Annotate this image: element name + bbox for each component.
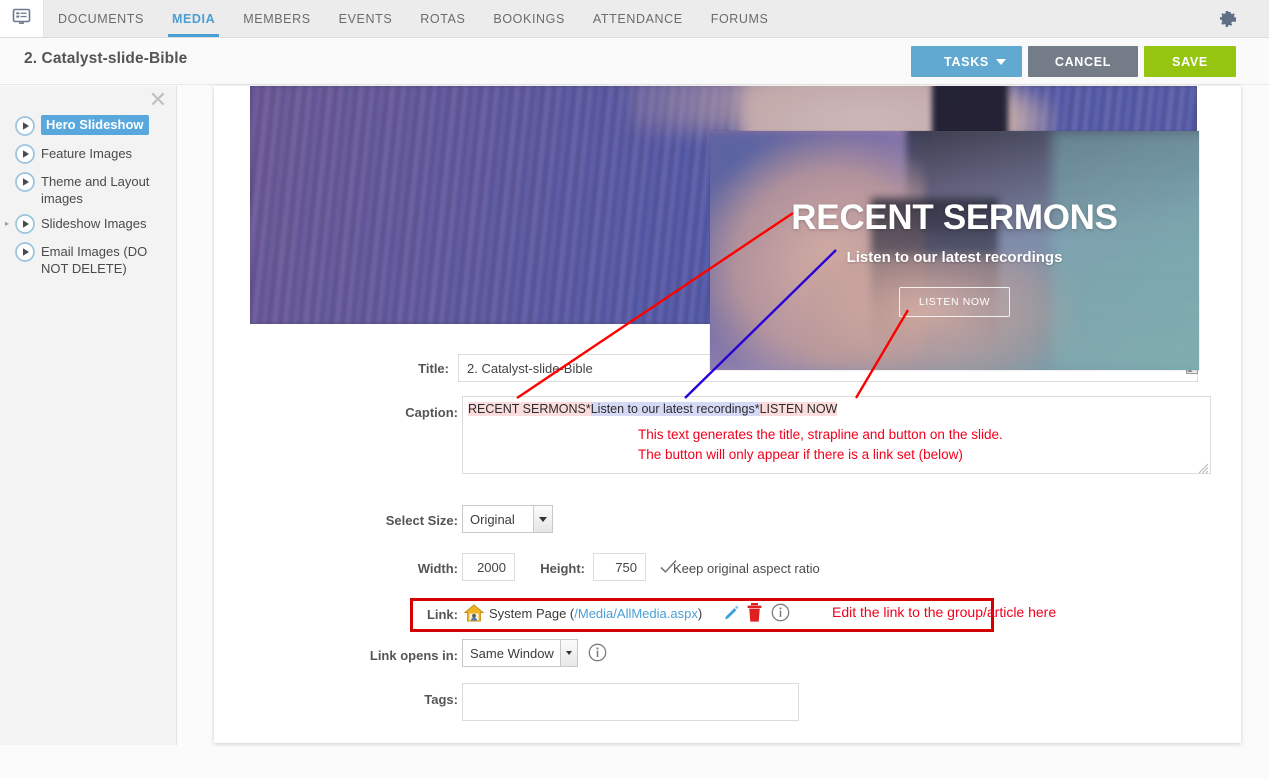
slide-preview-overlay: RECENT SERMONS Listen to our latest reco… xyxy=(710,131,1199,370)
chevron-down-icon[interactable] xyxy=(533,506,552,532)
slide-text-block: RECENT SERMONS Listen to our latest reco… xyxy=(710,131,1199,370)
caption-segment-title: RECENT SERMONS* xyxy=(468,402,591,416)
link-type-text: System Page ( xyxy=(489,606,575,621)
play-circle-icon xyxy=(14,171,36,193)
nav-tab-label: FORUMS xyxy=(710,11,769,26)
width-label: Width: xyxy=(417,561,458,576)
nav-tab-rotas[interactable]: ROTAS xyxy=(406,0,479,37)
info-icon[interactable] xyxy=(771,603,790,622)
close-icon[interactable]: ✕ xyxy=(146,89,170,113)
sidebar-item-theme-and-layout-images[interactable]: Theme and Layout images xyxy=(0,168,177,210)
width-input[interactable] xyxy=(462,553,515,581)
nav-tab-label: MEMBERS xyxy=(243,11,311,26)
nav-tab-bookings[interactable]: BOOKINGS xyxy=(479,0,578,37)
cancel-button[interactable]: CANCEL xyxy=(1028,46,1138,77)
nav-tab-members[interactable]: MEMBERS xyxy=(229,0,324,37)
gear-icon[interactable] xyxy=(1217,8,1239,30)
caption-annotation-note: This text generates the title, strapline… xyxy=(638,425,1003,465)
nav-tab-media[interactable]: MEDIA xyxy=(158,0,229,37)
slide-subtitle: Listen to our latest recordings xyxy=(846,249,1063,266)
link-label: Link: xyxy=(426,607,458,622)
nav-tab-events[interactable]: EVENTS xyxy=(325,0,407,37)
nav-tab-label: ROTAS xyxy=(420,11,466,26)
play-circle-icon xyxy=(14,115,36,137)
height-input[interactable] xyxy=(593,553,646,581)
trash-delete-icon[interactable] xyxy=(746,602,763,623)
sidebar-item-label: Feature Images xyxy=(41,146,133,161)
title-label: Title: xyxy=(418,360,449,376)
nav-tab-label: MEDIA xyxy=(171,11,216,26)
sidebar-item-slideshow-images[interactable]: ▸ Slideshow Images xyxy=(0,210,177,238)
sidebar-item-feature-images[interactable]: Feature Images xyxy=(0,140,177,168)
play-circle-icon xyxy=(14,213,36,235)
sidebar-item-hero-slideshow[interactable]: Hero Slideshow xyxy=(0,112,177,140)
top-navigation-bar: DOCUMENTS MEDIA MEMBERS EVENTS ROTAS BOO… xyxy=(0,0,1269,38)
sidebar-item-label: Slideshow Images xyxy=(41,216,147,231)
nav-tab-forums[interactable]: FORUMS xyxy=(697,0,783,37)
caption-textarea[interactable]: RECENT SERMONS*Listen to our latest reco… xyxy=(462,396,1211,474)
nav-tab-list: DOCUMENTS MEDIA MEMBERS EVENTS ROTAS BOO… xyxy=(44,0,782,37)
page-title: 2. Catalyst-slide-Bible xyxy=(24,50,188,67)
link-annotation-note: Edit the link to the group/article here xyxy=(832,604,1057,620)
expand-arrow-icon[interactable]: ▸ xyxy=(0,213,14,235)
tags-label: Tags: xyxy=(424,692,458,707)
pencil-edit-icon[interactable] xyxy=(722,604,741,623)
app-logo-icon xyxy=(12,7,31,31)
link-opens-in-value: Same Window xyxy=(470,645,554,661)
slide-cta-button[interactable]: LISTEN NOW xyxy=(898,287,1011,317)
nav-tab-label: DOCUMENTS xyxy=(58,11,144,26)
home-icon xyxy=(463,603,485,623)
chevron-down-icon xyxy=(996,59,1006,65)
nav-tab-attendance[interactable]: ATTENDANCE xyxy=(579,0,697,37)
caption-label: Caption: xyxy=(405,405,458,420)
caption-note-line-1: This text generates the title, strapline… xyxy=(638,427,1003,442)
slide-title: RECENT SERMONS xyxy=(791,198,1118,237)
tasks-button-label: TASKS xyxy=(944,54,989,69)
media-folder-sidebar: ✕ Hero Slideshow Feature Images Theme an… xyxy=(0,86,177,745)
link-value: System Page (/Media/AllMedia.aspx) xyxy=(489,606,702,621)
select-size-label: Select Size: xyxy=(385,513,458,528)
caption-segment-button: LISTEN NOW xyxy=(759,402,838,416)
tags-input[interactable] xyxy=(462,683,799,721)
caption-value: RECENT SERMONS*Listen to our latest reco… xyxy=(468,402,838,416)
nav-tab-label: BOOKINGS xyxy=(493,11,565,26)
keep-aspect-ratio-label: Keep original aspect ratio xyxy=(673,561,820,576)
link-opens-in-dropdown[interactable]: Same Window xyxy=(462,639,578,667)
play-circle-icon xyxy=(14,143,36,165)
play-circle-icon xyxy=(14,241,36,263)
select-size-value: Original xyxy=(470,511,515,527)
app-logo-button[interactable] xyxy=(0,0,44,37)
sidebar-item-label: Email Images (DO NOT DELETE) xyxy=(41,244,148,276)
folder-tree: Hero Slideshow Feature Images Theme and … xyxy=(0,112,177,280)
sidebar-item-email-images[interactable]: Email Images (DO NOT DELETE) xyxy=(0,238,177,280)
height-label: Height: xyxy=(540,561,585,576)
chevron-down-icon[interactable] xyxy=(560,640,577,666)
tasks-button[interactable]: TASKS xyxy=(911,46,1022,77)
nav-tab-label: EVENTS xyxy=(338,11,393,26)
caption-segment-strapline: Listen to our latest recordings* xyxy=(590,402,760,416)
nav-tab-documents[interactable]: DOCUMENTS xyxy=(44,0,158,37)
caption-note-line-2: The button will only appear if there is … xyxy=(638,447,963,462)
resize-handle-icon[interactable] xyxy=(1198,461,1209,473)
sidebar-item-label: Hero Slideshow xyxy=(41,115,149,135)
sidebar-item-label: Theme and Layout images xyxy=(41,174,150,206)
save-button[interactable]: SAVE xyxy=(1144,46,1236,77)
link-text-end: ) xyxy=(697,606,703,621)
link-path-text[interactable]: /Media/AllMedia.aspx xyxy=(574,606,698,621)
select-size-dropdown[interactable]: Original xyxy=(462,505,553,533)
nav-tab-label: ATTENDANCE xyxy=(592,11,683,26)
info-icon[interactable] xyxy=(588,643,607,662)
link-opens-in-label: Link opens in: xyxy=(369,648,458,663)
